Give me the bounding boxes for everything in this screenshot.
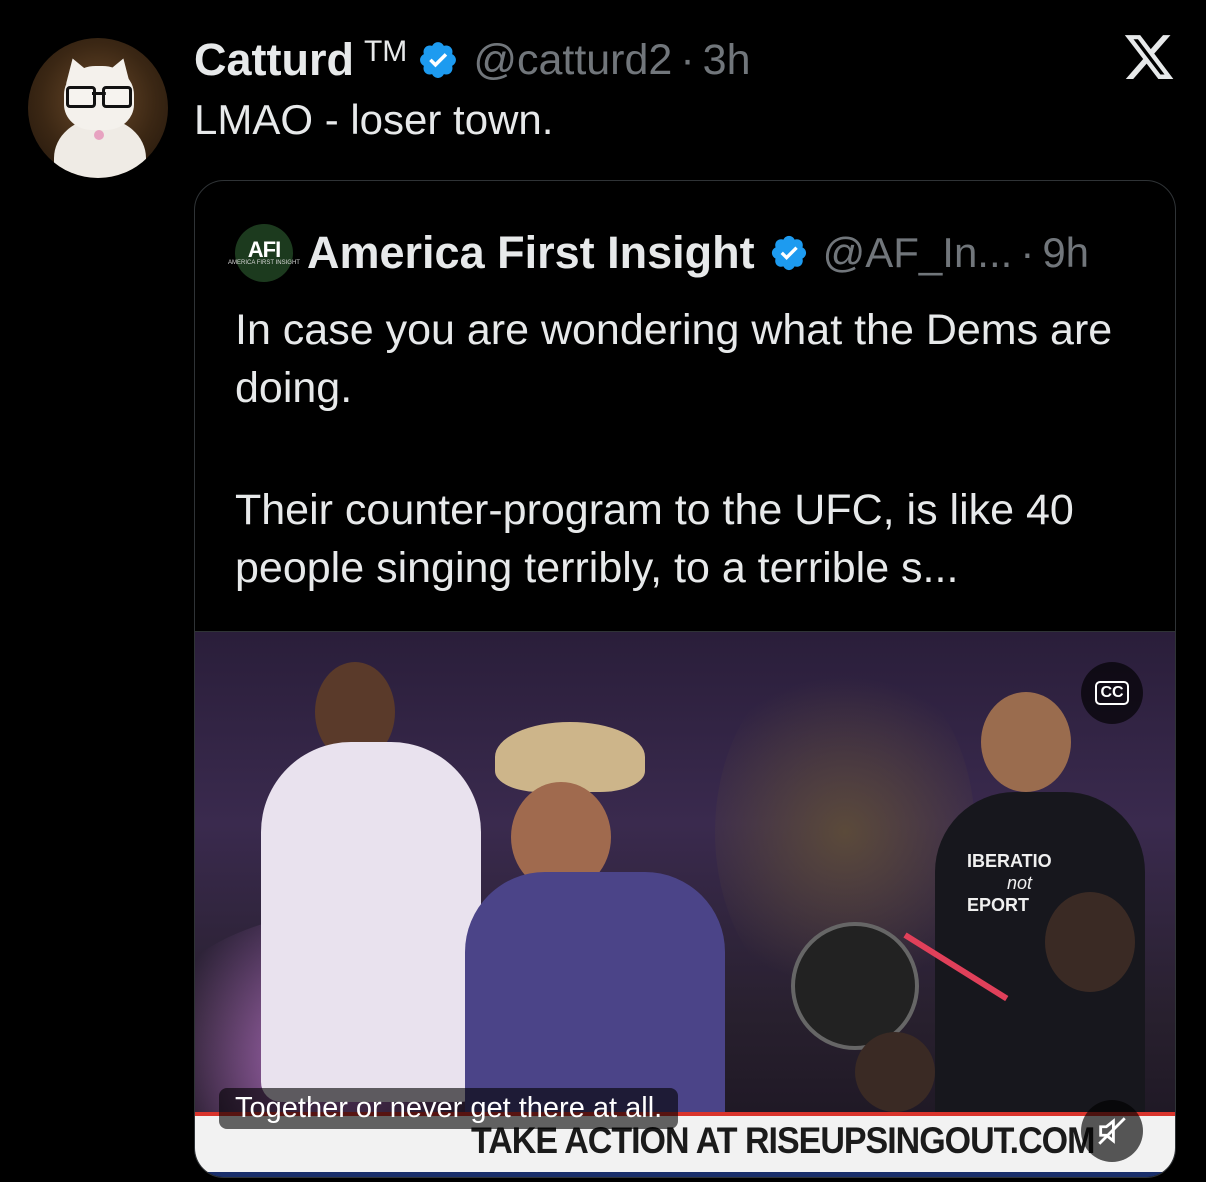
performer-hat [495,722,645,792]
avatar-glasses [66,86,132,108]
captions-button[interactable]: CC [1081,662,1143,724]
quoted-tweet-header: AFI AMERICA FIRST INSIGHT America First … [228,224,1089,282]
separator-dot: · [680,35,695,84]
tweet-text: LMAO - loser town. [194,96,554,143]
speaker-muted-icon [1098,1117,1126,1145]
author-name[interactable]: Catturd [194,34,354,86]
verified-badge-icon [420,42,457,78]
author-name-tm: TM [363,35,408,68]
quoted-author-handle[interactable]: @AF_In... [823,229,1013,277]
author-avatar[interactable] [28,38,168,178]
author-handle[interactable]: @catturd2 [473,36,672,85]
quoted-author-name[interactable]: America First Insight [307,227,755,279]
drummer-head [981,692,1071,792]
drum [791,922,919,1050]
x-logo-icon[interactable] [1122,30,1176,84]
quoted-author-avatar[interactable]: AFI AMERICA FIRST INSIGHT [228,224,300,282]
small-child-head [855,1032,935,1112]
quoted-tweet-text: In case you are wondering what the Dems … [235,301,1145,597]
quoted-tweet-card[interactable]: AFI AMERICA FIRST INSIGHT America First … [194,180,1176,1178]
child-head [1045,892,1135,992]
tweet-header: Catturd TM @catturd2 · 3h [194,30,751,90]
video-caption: Together or never get there at all. [219,1088,679,1129]
verified-badge-icon [771,235,806,271]
cc-icon: CC [1095,681,1129,705]
avatar-bell [94,130,104,140]
shirt-text: IBERATIO not EPORT [967,851,1052,915]
video-player[interactable]: IBERATIO not EPORT TAKE ACTION AT RISEUP… [195,631,1175,1177]
quoted-text-paragraph: Their counter-program to the UFC, is lik… [235,486,1074,592]
banner-stripe [195,1172,1175,1177]
quoted-timestamp[interactable]: 9h [1042,229,1089,277]
tweet-timestamp[interactable]: 3h [703,36,751,85]
quoted-text-paragraph: In case you are wondering what the Dems … [235,306,1113,412]
mute-button[interactable] [1081,1100,1143,1162]
afi-logo-subtext: AMERICA FIRST INSIGHT [228,259,300,266]
afi-logo-text: AFI [247,236,281,262]
performer-purple-shirt [465,872,725,1122]
separator-dot: · [1020,229,1035,276]
singer-white-dress [261,742,481,1102]
